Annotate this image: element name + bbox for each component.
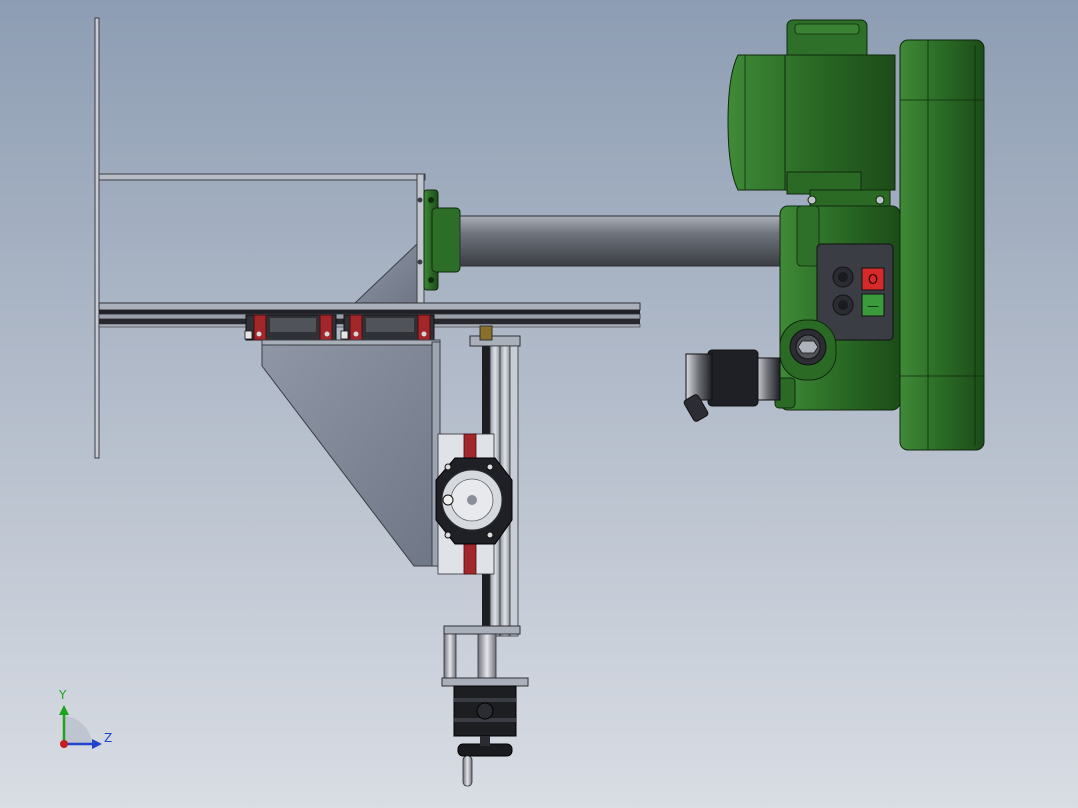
feed-handle-hub [779, 319, 837, 381]
cad-model[interactable]: O — [0, 0, 1078, 808]
triad-z-label: Z [104, 731, 113, 745]
triad-y-label: Y [59, 688, 67, 702]
graphics-viewport[interactable]: O — Y Z [0, 0, 1078, 808]
arm-flange [423, 189, 461, 291]
upper-bracket [98, 173, 426, 307]
stop-button[interactable]: O [861, 267, 885, 291]
spindle-nozzle [683, 349, 781, 422]
rail-carriage-left [244, 314, 337, 341]
rail-carriage-right [340, 314, 435, 341]
drill-motor [727, 19, 896, 211]
coordinate-triad [59, 705, 102, 749]
horizontal-arm [459, 215, 791, 267]
belt-guard [899, 39, 985, 451]
lower-gusset-plate [261, 339, 441, 567]
z-axis-stepper-motor [453, 685, 517, 737]
start-button-symbol: — [867, 299, 879, 313]
handwheel[interactable] [457, 736, 513, 787]
mounting-plate [94, 17, 100, 459]
stop-button-symbol: O [868, 273, 878, 288]
start-button[interactable]: — [861, 293, 885, 317]
control-box [816, 243, 894, 341]
